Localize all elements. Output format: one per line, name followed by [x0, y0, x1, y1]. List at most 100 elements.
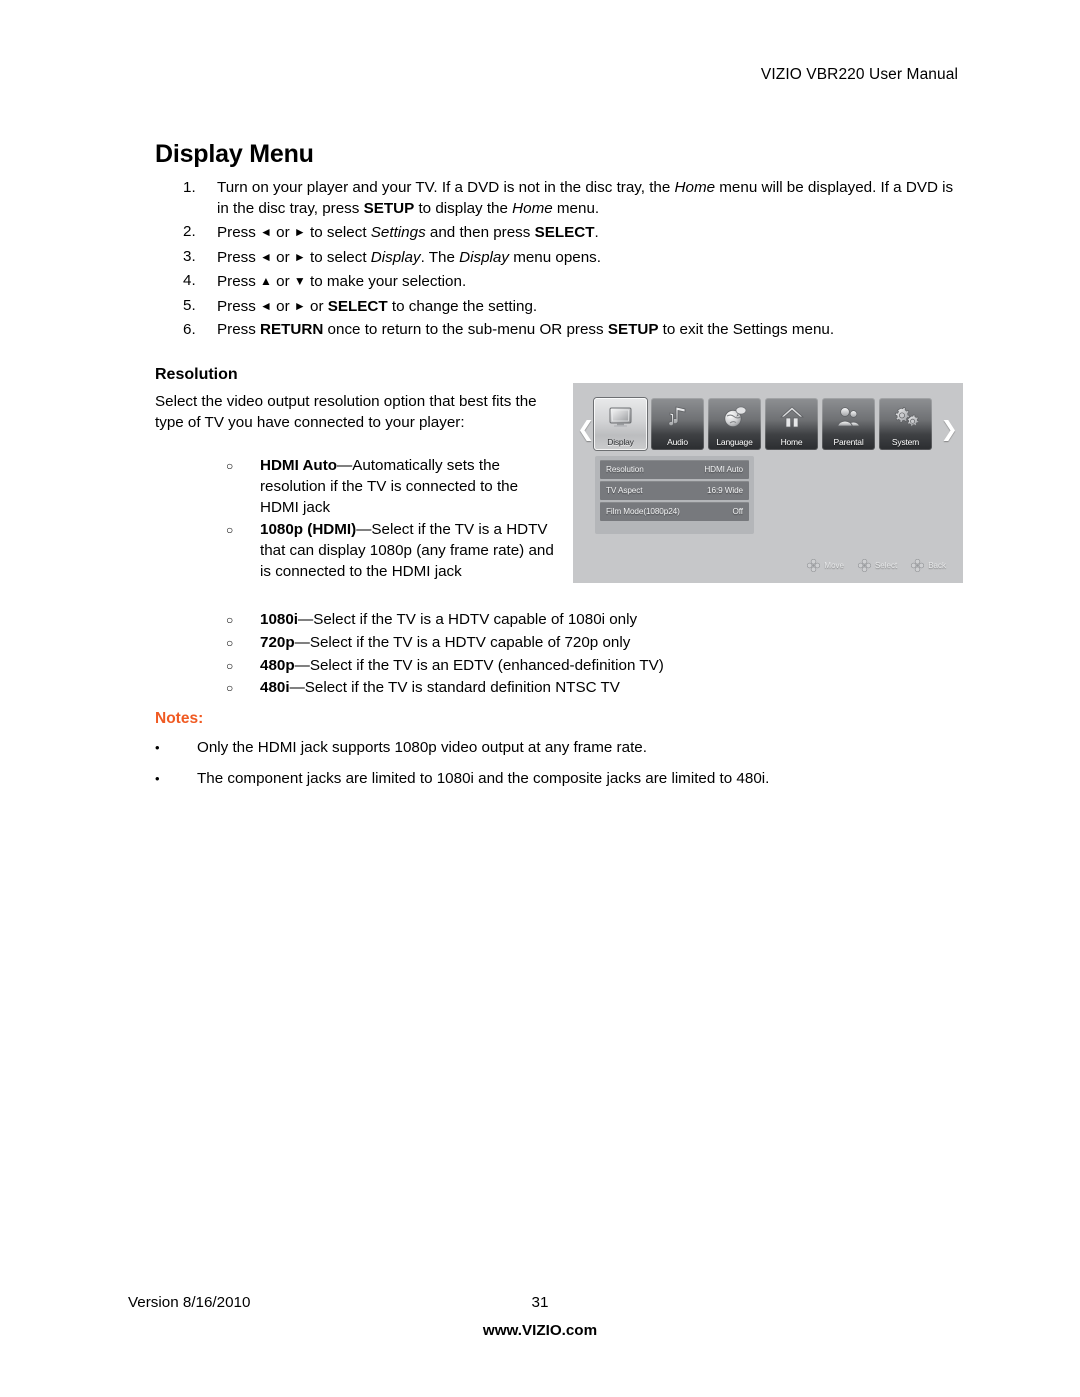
resolution-option: ○ 720p—Select if the TV is a HDTV capable… — [226, 633, 966, 654]
osd-settings-panel: Resolution HDMI Auto TV Aspect 16:9 Wide Fil… — [595, 456, 754, 534]
osd-setting-label: Resolution — [606, 465, 644, 474]
direction-arrow-icon: ► — [293, 249, 306, 264]
resolution-option-term: 1080i — [260, 611, 299, 628]
em-dash: — — [289, 679, 305, 697]
instruction-step: 6. Press RETURN once to return to the sub… — [183, 320, 958, 341]
notes-list: • Only the HDMI jack supports 1080p video… — [155, 738, 965, 800]
gears-icon — [879, 403, 932, 431]
osd-hint-bar: Move Select Back — [807, 558, 946, 573]
resolution-option: ○ 1080i—Select if the TV is a HDTV capabl… — [226, 610, 966, 631]
em-dash: — — [294, 633, 310, 651]
resolution-options-narrow: ○ HDMI Auto—Automatically sets the resolu… — [226, 456, 556, 585]
circle-bullet-icon: ○ — [226, 523, 234, 538]
instruction-step: 2. Press ◄ or ► to select Settings and th… — [183, 222, 958, 244]
resolution-option-description: Select if the TV is standard definition … — [304, 679, 620, 697]
em-dash: — — [298, 611, 314, 628]
em-dash: — — [337, 457, 353, 474]
dpad-icon — [807, 558, 821, 573]
osd-tab-audio[interactable]: Audio — [651, 398, 704, 450]
osd-setting-value: 16:9 Wide — [707, 486, 743, 495]
dpad-icon — [857, 558, 872, 573]
circle-bullet-icon: ○ — [226, 658, 234, 673]
osd-tab-parental[interactable]: Parental — [822, 398, 875, 450]
circle-bullet-icon: ○ — [226, 635, 234, 650]
dot-bullet-icon: • — [155, 770, 160, 786]
osd-tab-display[interactable]: Display — [594, 398, 647, 450]
step-text: Press RETURN once to return to the sub-m… — [217, 321, 835, 338]
osd-setting-value: Off — [732, 507, 744, 516]
osd-tab-label: Home — [780, 437, 803, 447]
osd-tab-label: System — [891, 437, 920, 447]
step-number: 5. — [183, 296, 196, 314]
music-note-icon — [651, 403, 704, 431]
house-icon — [765, 403, 818, 431]
chevron-left-icon[interactable]: ❮ — [577, 419, 595, 440]
osd-setting-row[interactable]: Resolution HDMI Auto — [600, 460, 749, 479]
step-text: Press ◄ or ► to select Settings and then… — [217, 224, 599, 241]
osd-hint-label: Select — [874, 561, 898, 570]
osd-tab-label: Language — [716, 437, 753, 447]
resolution-option-text: 480i—Select if the TV is standard defini… — [260, 678, 966, 699]
osd-tab-label: Parental — [833, 437, 864, 447]
osd-tab-label: Display — [607, 437, 634, 447]
osd-tab-bar: Display Audio Language Home Parental System — [594, 398, 932, 450]
osd-tab-home[interactable]: Home — [765, 398, 818, 450]
osd-setting-label: TV Aspect — [606, 486, 643, 495]
resolution-option: ○ HDMI Auto—Automatically sets the resolu… — [226, 456, 556, 518]
osd-tab-system[interactable]: System — [879, 398, 932, 450]
step-number: 1. — [183, 179, 196, 196]
dpad-icon — [911, 558, 925, 573]
instruction-step: 4. Press ▲ or ▼ to make your selection. — [183, 271, 958, 293]
osd-tab-language[interactable]: Language — [708, 398, 761, 450]
step-text: Press ◄ or ► or SELECT to change the set… — [217, 297, 538, 315]
circle-bullet-icon: ○ — [226, 459, 234, 473]
direction-arrow-icon: ► — [293, 298, 306, 313]
globe-icon — [708, 403, 761, 431]
resolution-option: ○ 1080p (HDMI)—Select if the TV is a HDTV… — [226, 520, 556, 582]
step-text: Turn on your player and your TV. If a DV… — [217, 179, 954, 217]
step-text: Press ◄ or ► to select Display. The Disp… — [217, 248, 601, 266]
resolution-option: ○ 480i—Select if the TV is standard defin… — [226, 678, 966, 699]
step-number: 2. — [183, 223, 196, 240]
em-dash: — — [294, 656, 310, 674]
direction-arrow-icon: ◄ — [260, 225, 272, 239]
instruction-step: 3. Press ◄ or ► to select Display. The Di… — [183, 247, 958, 269]
osd-hint-select: Select — [857, 558, 898, 573]
step-number: 4. — [183, 272, 196, 289]
instruction-step: 5. Press ◄ or ► or SELECT to change the s… — [183, 296, 958, 318]
osd-hint-label: Back — [928, 561, 946, 570]
direction-arrow-icon: ▲ — [260, 274, 272, 288]
circle-bullet-icon: ○ — [226, 613, 234, 627]
osd-setting-row[interactable]: Film Mode(1080p24) Off — [600, 502, 749, 521]
step-number: 3. — [183, 247, 196, 265]
chevron-right-icon[interactable]: ❯ — [940, 419, 958, 440]
resolution-options-wide: ○ 1080i—Select if the TV is a HDTV capabl… — [226, 610, 966, 701]
resolution-heading: Resolution — [155, 366, 238, 383]
resolution-option-description: Select if the TV is a HDTV capable of 72… — [309, 633, 631, 651]
note-text: Only the HDMI jack supports 1080p video … — [197, 739, 647, 756]
osd-setting-row[interactable]: TV Aspect 16:9 Wide — [600, 481, 749, 500]
osd-hint-back: Back — [911, 558, 946, 573]
resolution-option-term: HDMI Auto — [260, 457, 338, 474]
footer-page-number: 31 — [531, 1294, 549, 1311]
resolution-option-text: HDMI Auto—Automatically sets the resolut… — [260, 456, 556, 518]
resolution-option-text: 480p—Select if the TV is an EDTV (enhanc… — [260, 656, 966, 677]
circle-bullet-icon: ○ — [226, 681, 234, 696]
resolution-option-term: 720p — [260, 633, 295, 651]
resolution-option-text: 1080p (HDMI)—Select if the TV is a HDTV … — [260, 520, 556, 582]
osd-tab-label: Audio — [667, 437, 688, 447]
footer-website: www.VIZIO.com — [482, 1322, 598, 1339]
direction-arrow-icon: ◄ — [260, 249, 272, 264]
resolution-option-term: 480i — [260, 679, 290, 697]
osd-setting-value: HDMI Auto — [704, 465, 743, 474]
note-item: • Only the HDMI jack supports 1080p video… — [155, 738, 965, 759]
resolution-option-term: 480p — [260, 656, 295, 674]
resolution-option-text: 1080i—Select if the TV is a HDTV capable… — [260, 610, 966, 631]
direction-arrow-icon: ► — [293, 225, 306, 239]
resolution-option-term: 1080p (HDMI) — [260, 521, 357, 539]
resolution-option-text: 720p—Select if the TV is a HDTV capable … — [260, 633, 966, 654]
em-dash: — — [356, 521, 372, 539]
direction-arrow-icon: ◄ — [260, 298, 272, 313]
resolution-intro-text: Select the video output resolution optio… — [155, 393, 537, 431]
document-page: VIZIO VBR220 User Manual Display Menu 1.… — [0, 0, 1080, 1397]
